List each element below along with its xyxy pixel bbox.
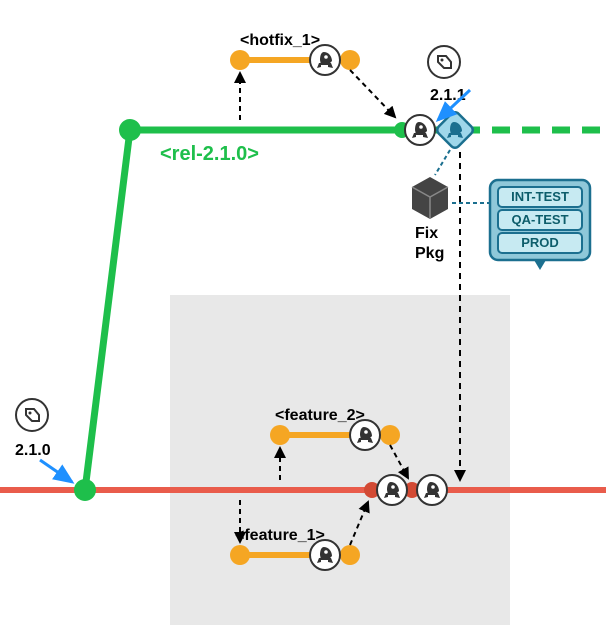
rocket-icon bbox=[417, 475, 447, 505]
feature1-commit-start bbox=[230, 545, 250, 565]
package-label-1: Fix bbox=[415, 225, 438, 242]
rocket-icon bbox=[350, 420, 380, 450]
env-label-2: PROD bbox=[521, 235, 559, 250]
package-icon bbox=[412, 177, 448, 219]
env-label-0: INT-TEST bbox=[511, 189, 569, 204]
tag-right-label: 2.1.1 bbox=[430, 87, 466, 104]
feature2-commit-end bbox=[380, 425, 400, 445]
feature1-branch-label: <feature_1> bbox=[235, 527, 325, 544]
rocket-icon bbox=[310, 45, 340, 75]
tag-icon bbox=[428, 46, 460, 78]
hotfix-merge-back-arrow bbox=[350, 70, 395, 117]
feature2-commit-start bbox=[270, 425, 290, 445]
release-branch-label: <rel-2.1.0> bbox=[160, 143, 259, 165]
branching-diagram: <rel-2.1.0> <hotfix_1> 2.1.1 2.1.0 Fix P… bbox=[0, 0, 606, 626]
rocket-icon bbox=[405, 115, 435, 145]
hotfix-branch-label: <hotfix_1> bbox=[240, 32, 320, 49]
rocket-icon bbox=[377, 475, 407, 505]
hotfix-commit-start bbox=[230, 50, 250, 70]
release-start-commit bbox=[74, 479, 96, 501]
tag-left-arrow bbox=[40, 460, 72, 482]
tag-left-label: 2.1.0 bbox=[15, 442, 51, 459]
release-branch-commit bbox=[119, 119, 141, 141]
env-label-1: QA-TEST bbox=[511, 212, 568, 227]
feature2-branch-label: <feature_2> bbox=[275, 407, 365, 424]
environments-panel: INT-TEST QA-TEST PROD bbox=[490, 180, 590, 270]
hotfix-commit-end bbox=[340, 50, 360, 70]
package-label-2: Pkg bbox=[415, 245, 444, 262]
tag-icon bbox=[16, 399, 48, 431]
rocket-icon bbox=[310, 540, 340, 570]
deploy-to-pkg-line bbox=[435, 150, 450, 175]
feature1-commit-end bbox=[340, 545, 360, 565]
